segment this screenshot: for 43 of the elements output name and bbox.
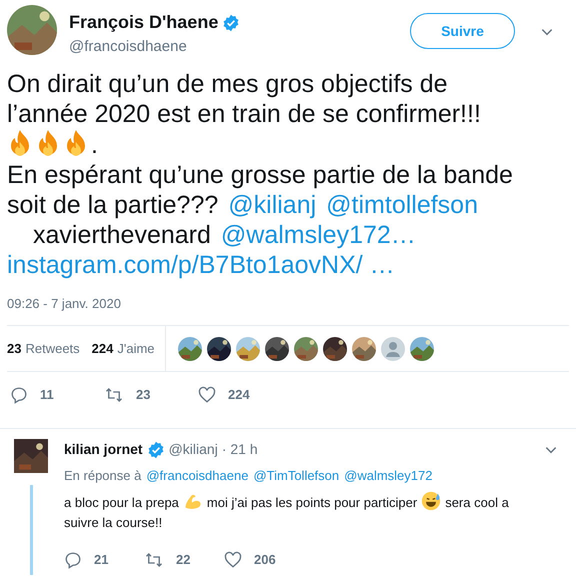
action-count: 206 (254, 550, 276, 569)
reply-author-handle[interactable]: @kilianj (168, 439, 218, 460)
tweet-text: suivre la course!! (64, 514, 162, 530)
tweet-text: . (91, 130, 98, 158)
action-count: 21 (94, 550, 108, 569)
action-count: 224 (228, 386, 250, 404)
stat-label[interactable]: Retweets (25, 338, 80, 358)
tweet-text: moi j’ai pas les points pour participer (206, 494, 418, 510)
tweet-text: En espérant qu’une grosse partie de la bande (7, 160, 513, 188)
mention-link[interactable]: @kilianj (228, 190, 316, 218)
sweat-smile-emoji-icon (421, 490, 442, 510)
heart-icon[interactable] (224, 550, 242, 568)
reply-author-name[interactable]: kilian jornet (64, 439, 143, 460)
reply-icon[interactable] (10, 386, 28, 404)
mention-link[interactable]: @francoisdhaene (146, 466, 248, 486)
timestamp[interactable]: 09:26 - 7 janv. 2020 (0, 294, 576, 313)
link[interactable]: instagram.com/p/B7Bto1aovNX/ … (7, 250, 395, 278)
tweet-text: xavierthevenard (33, 220, 211, 248)
author-handle[interactable]: @francoisdhaene (69, 36, 240, 58)
in-reply-to-label: En réponse à (64, 467, 142, 485)
stat-count[interactable]: 23 (7, 338, 22, 358)
action-count: 11 (40, 386, 54, 404)
default-avatar-icon[interactable] (380, 336, 405, 360)
mention-link[interactable]: @timtollefson (326, 190, 478, 218)
tweet-text: sera cool a (445, 494, 509, 510)
stat-label[interactable]: J'aime (117, 338, 155, 358)
reply-time[interactable]: · 21 h (222, 439, 258, 460)
heart-icon[interactable] (198, 386, 216, 404)
tweet-text: a bloc pour la prepa (64, 494, 179, 510)
reply-icon[interactable] (64, 550, 82, 568)
mention-link[interactable]: @TimTollefson (253, 466, 340, 486)
tweet-text: soit de la partie??? (7, 190, 218, 218)
tweet-text: l’année 2020 est en train de se confirmer!!! (7, 100, 481, 128)
mention-link[interactable]: @walmsley172 (344, 466, 432, 486)
stat-count[interactable]: 224 (92, 338, 114, 358)
tweet-text: On dirait qu’un de mes gros objectifs de (7, 70, 448, 98)
retweet-icon[interactable] (104, 386, 124, 404)
author-name[interactable]: François D'haene (69, 9, 218, 36)
follow-button[interactable]: Suivre (410, 13, 515, 49)
retweet-icon[interactable] (144, 550, 164, 568)
action-count: 23 (136, 386, 150, 404)
mention-link[interactable]: @walmsley172… (220, 220, 416, 248)
action-count: 22 (176, 550, 190, 569)
